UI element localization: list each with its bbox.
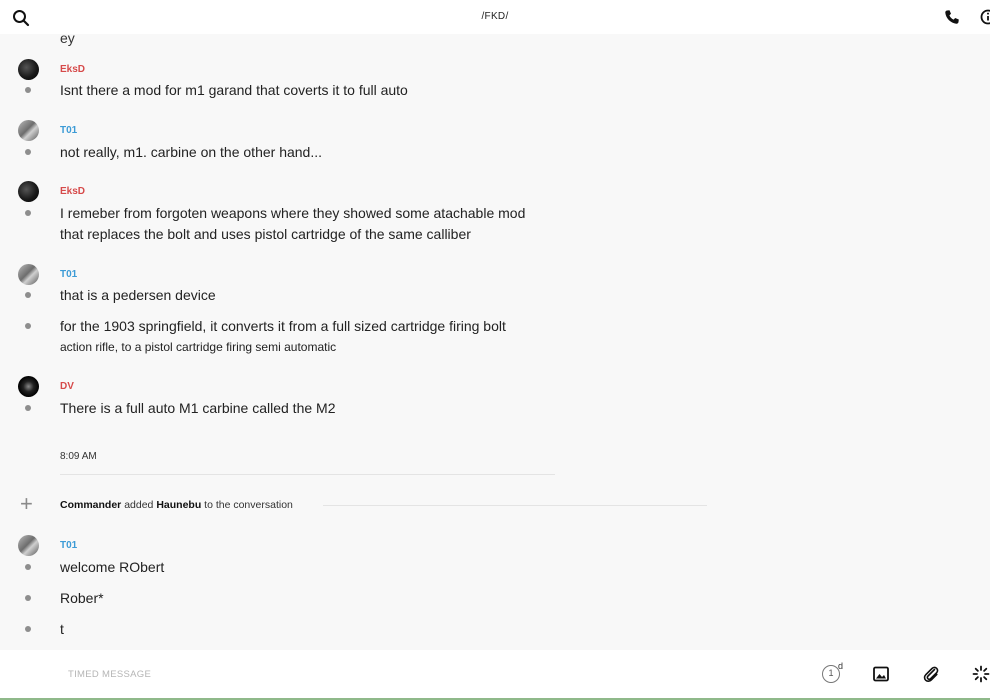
timer-value: 1: [828, 668, 834, 678]
message-text: Isnt there a mod for m1 garand that cove…: [60, 82, 408, 98]
sender-name[interactable]: EksD: [60, 186, 85, 197]
message-status-dot: [25, 564, 31, 570]
message-status-dot: [25, 626, 31, 632]
message-status-dot: [25, 210, 31, 216]
message-status-dot: [25, 323, 31, 329]
message-text: for the 1903 springfield, it converts it…: [60, 318, 506, 334]
sender-name[interactable]: T01: [60, 269, 77, 280]
divider: [323, 505, 707, 506]
message-status-dot: [25, 149, 31, 155]
avatar[interactable]: [18, 376, 39, 397]
message-text: action rifle, to a pistol cartridge firi…: [60, 340, 337, 354]
message-text: ey: [60, 34, 75, 46]
message-text: I remeber from forgoten weapons where th…: [60, 205, 526, 221]
conversation-title: /FKD/: [481, 11, 509, 22]
system-actor: Commander: [60, 499, 122, 511]
avatar[interactable]: [18, 181, 39, 202]
message-text: welcome RObert: [60, 559, 165, 575]
message-list[interactable]: ey EksD Isnt there a mod for m1 garand t…: [0, 34, 990, 650]
header-bar: /FKD/: [0, 0, 990, 34]
system-target: Haunebu: [156, 499, 202, 511]
system-message: Commander added Haunebu to the conversat…: [60, 499, 293, 511]
message-text: that replaces the bolt and uses pistol c…: [60, 226, 471, 242]
message-text: t: [60, 621, 64, 637]
timestamp: 8:09 AM: [60, 451, 97, 462]
message-status-dot: [25, 292, 31, 298]
sender-name[interactable]: T01: [60, 540, 77, 551]
message-text: There is a full auto M1 carbine called t…: [60, 400, 336, 416]
system-suffix: to the conversation: [204, 499, 293, 511]
avatar[interactable]: [18, 535, 39, 556]
divider: [60, 474, 555, 475]
attachment-icon[interactable]: [922, 665, 940, 683]
sender-name[interactable]: T01: [60, 125, 77, 136]
message-status-dot: [25, 405, 31, 411]
avatar[interactable]: [18, 59, 39, 80]
info-icon[interactable]: [980, 9, 990, 25]
message-text: Rober*: [60, 590, 104, 606]
avatar[interactable]: [18, 264, 39, 285]
avatar[interactable]: [18, 120, 39, 141]
plus-icon: +: [20, 491, 33, 516]
sparkle-icon[interactable]: [972, 665, 990, 683]
message-text: not really, m1. carbine on the other han…: [60, 144, 323, 160]
timer-unit: d: [838, 661, 844, 671]
message-status-dot: [25, 87, 31, 93]
message-input[interactable]: TIMED MESSAGE: [68, 669, 151, 680]
image-icon[interactable]: [873, 666, 889, 682]
sender-name[interactable]: EksD: [60, 64, 85, 75]
system-action: added: [124, 499, 154, 511]
phone-icon[interactable]: [944, 9, 960, 25]
sender-name[interactable]: DV: [60, 381, 74, 392]
message-status-dot: [25, 595, 31, 601]
composer-bar: TIMED MESSAGE 1 d: [0, 650, 990, 698]
message-text: that is a pedersen device: [60, 287, 216, 303]
